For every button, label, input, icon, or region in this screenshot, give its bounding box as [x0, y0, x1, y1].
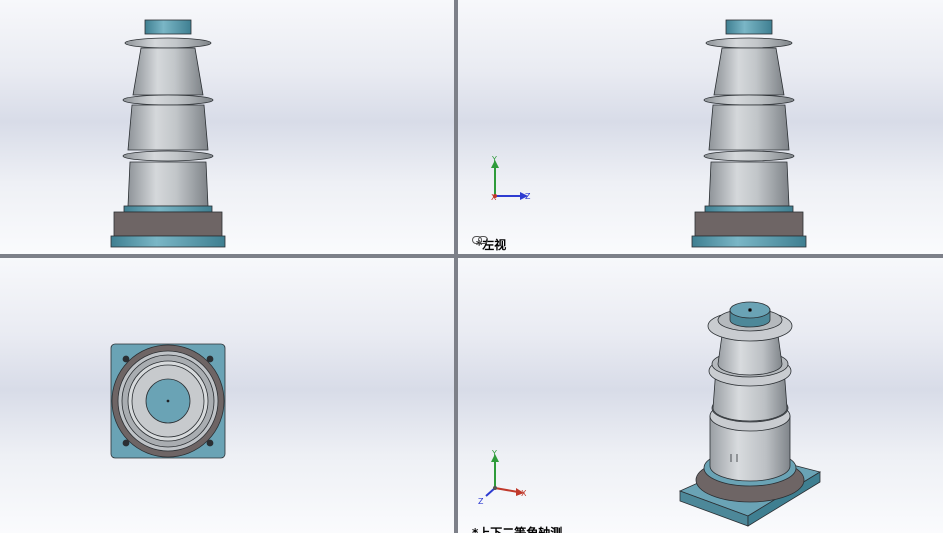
viewport-bottom-right[interactable]: Y X Z *上下二等角轴测	[458, 258, 943, 533]
model-left-view: Y Z X	[491, 19, 807, 248]
viewport-top-left[interactable]	[0, 0, 454, 254]
viewport-bottom-left[interactable]	[0, 258, 454, 533]
model-top-view	[110, 343, 226, 459]
axis-z-label: Z	[478, 497, 484, 506]
axis-y-label: Y	[491, 449, 497, 458]
model-isometric-view: Y X Z	[478, 301, 822, 527]
viewport-top-right[interactable]: Y Z X *左视	[458, 0, 943, 254]
axis-y-label: Y	[491, 155, 497, 164]
viewport-label: *上下二等角轴测	[472, 526, 563, 533]
axis-z-label: Z	[525, 192, 531, 201]
model-front-view	[110, 19, 226, 248]
view-triad-icon	[491, 160, 528, 200]
axis-x-label: X	[521, 489, 527, 498]
viewport-divider-horizontal[interactable]	[0, 254, 943, 258]
viewport-divider-vertical[interactable]	[454, 0, 458, 533]
axis-x-label: X	[491, 193, 497, 202]
viewport-label: *左视	[472, 236, 506, 253]
view-triad-icon	[485, 454, 524, 497]
